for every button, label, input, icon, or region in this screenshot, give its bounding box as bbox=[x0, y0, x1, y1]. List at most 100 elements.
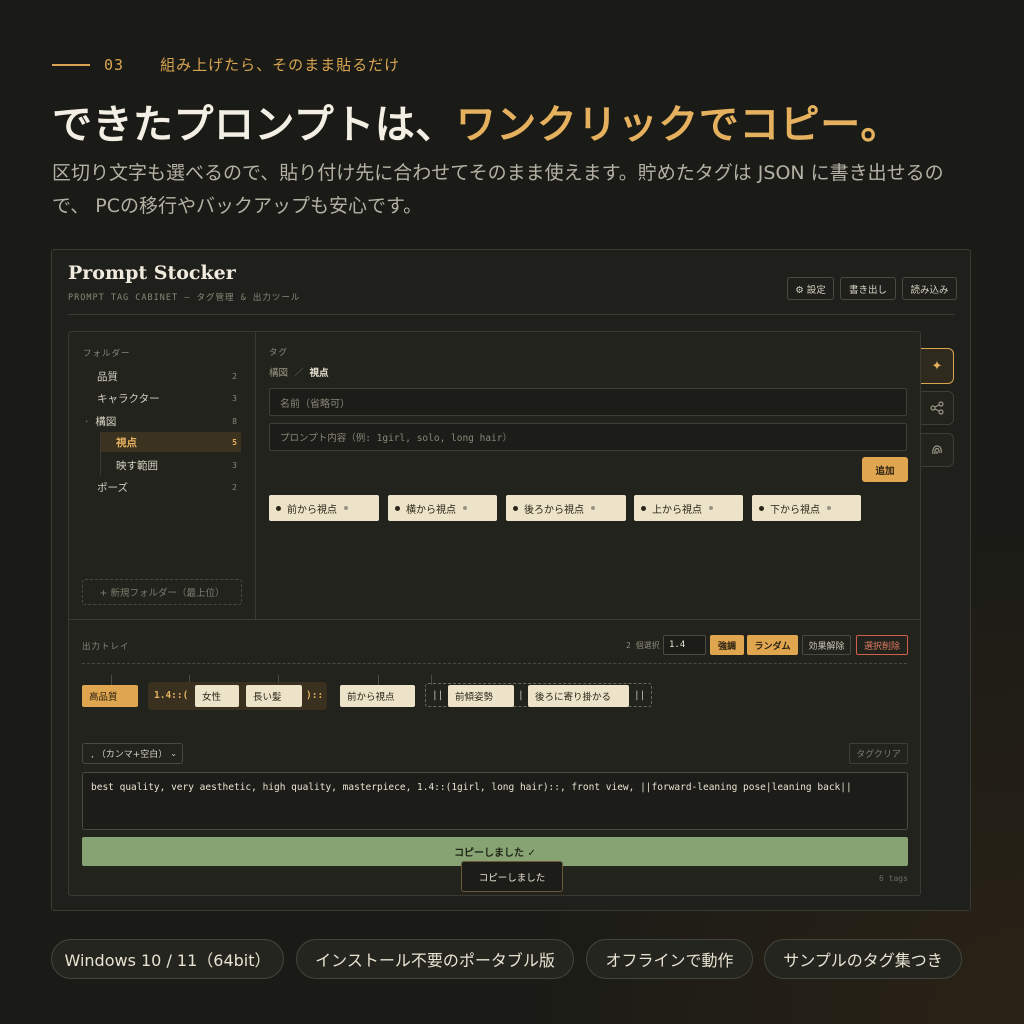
separator-value: , （カンマ+空白） bbox=[91, 750, 168, 760]
folder-label: 映す範囲 bbox=[116, 459, 158, 472]
drag-dot-icon bbox=[641, 505, 646, 511]
feature-offline: オフラインで動作 bbox=[586, 939, 753, 979]
drag-dot-icon bbox=[759, 505, 764, 511]
description: 区切り文字も選べるので、貼り付け先に合わせてそのまま使えます。貯めたタグは JS… bbox=[52, 162, 944, 217]
import-button[interactable]: 読み込み bbox=[902, 277, 957, 300]
add-tag-button[interactable]: 追加 bbox=[862, 457, 908, 482]
main-panel: フォルダー 品質 2 キャラクター 3 · 構図 8 視点 5 映す範囲 3 ポーズ 2 + … bbox=[68, 331, 921, 896]
folder-label: キャラクター bbox=[97, 392, 160, 405]
share-icon-glyph bbox=[930, 401, 944, 415]
folders-label: フォルダー bbox=[83, 349, 131, 359]
weight-open: 1.4::( bbox=[154, 690, 189, 701]
selected-count: 2 個選択 bbox=[626, 641, 660, 650]
folder-count: 3 bbox=[232, 460, 237, 470]
tag-card[interactable]: 下から視点 bbox=[752, 495, 861, 521]
output-textarea[interactable]: best quality, very aesthetic, high quali… bbox=[82, 772, 908, 830]
section-label: 03 組み上げたら、そのまま貼るだけ bbox=[52, 54, 400, 75]
drag-dot-icon bbox=[276, 505, 281, 511]
folder-label: 品質 bbox=[97, 370, 118, 383]
headline-accent: ワンクリックでコピー。 bbox=[455, 102, 901, 148]
section-line bbox=[52, 63, 90, 66]
tray-chip-quality[interactable]: 高品質 bbox=[82, 685, 138, 707]
breadcrumb-current: 視点 bbox=[309, 368, 329, 379]
tag-label: 下から視点 bbox=[770, 504, 820, 516]
chip-stem bbox=[378, 675, 379, 685]
tray-chip-female[interactable]: 女性 bbox=[195, 685, 239, 707]
clear-tags-button[interactable]: タグクリア bbox=[849, 743, 908, 764]
feature-portable: インストール不要のポータブル版 bbox=[296, 939, 574, 979]
folder-item-quality[interactable]: 品質 2 bbox=[83, 366, 241, 386]
breadcrumb-parent[interactable]: 構図 bbox=[269, 365, 288, 379]
tray-chip-long-hair[interactable]: 長い髪 bbox=[246, 685, 302, 707]
vertical-divider bbox=[255, 332, 256, 619]
menu-dot-icon[interactable] bbox=[463, 506, 467, 510]
section-number: 03 bbox=[104, 55, 125, 74]
horizontal-divider bbox=[69, 619, 920, 620]
folder-item-composition[interactable]: · 構図 8 bbox=[83, 411, 241, 431]
tag-content-input[interactable]: プロンプト内容（例: 1girl, solo, long hair） bbox=[269, 423, 907, 451]
fingerprint-icon-glyph bbox=[932, 445, 942, 455]
tag-label: 後ろから視点 bbox=[524, 504, 584, 516]
weight-close: ):: bbox=[306, 690, 324, 701]
tag-card[interactable]: 上から視点 bbox=[634, 495, 743, 521]
tag-label: 横から視点 bbox=[406, 504, 456, 516]
tag-name-input[interactable]: 名前（省略可） bbox=[269, 388, 907, 416]
share-icon[interactable] bbox=[921, 391, 954, 425]
folder-item-pose[interactable]: ポーズ 2 bbox=[83, 477, 241, 497]
expand-marker-icon[interactable]: · bbox=[85, 416, 88, 428]
delete-selected-button[interactable]: 選択削除 bbox=[856, 635, 908, 655]
app-window: Prompt Stocker PROMPT TAG CABINET — タグ管理… bbox=[51, 249, 971, 911]
menu-dot-icon[interactable] bbox=[344, 506, 348, 510]
tag-label: 上から視点 bbox=[652, 504, 702, 516]
new-folder-button[interactable]: + 新規フォルダー（最上位） bbox=[82, 579, 242, 605]
alt-separator: | bbox=[518, 690, 524, 701]
alt-open: || bbox=[432, 690, 444, 701]
tray-chip-lean-forward[interactable]: 前傾姿勢 bbox=[448, 685, 514, 707]
folder-item-framing[interactable]: 映す範囲 3 bbox=[101, 455, 241, 475]
tree-guide bbox=[100, 432, 101, 475]
menu-dot-icon[interactable] bbox=[827, 506, 831, 510]
section-title: 組み上げたら、そのまま貼るだけ bbox=[160, 56, 401, 74]
sparkle-icon[interactable]: ✦ bbox=[921, 348, 954, 384]
app-title: Prompt Stocker bbox=[68, 262, 236, 284]
folder-item-viewpoint[interactable]: 視点 5 bbox=[101, 432, 241, 452]
alt-close: || bbox=[634, 690, 646, 701]
tag-card[interactable]: 前から視点 bbox=[269, 495, 379, 521]
folder-label: 視点 bbox=[116, 436, 137, 449]
tag-count: 6 tags bbox=[879, 874, 908, 883]
headline: できたプロンプトは、ワンクリックでコピー。 bbox=[52, 92, 901, 150]
app-subtitle: PROMPT TAG CABINET — タグ管理 & 出力ツール bbox=[68, 293, 301, 303]
chip-stem bbox=[111, 675, 112, 685]
folder-count: 2 bbox=[232, 371, 237, 381]
copied-toast: コピーしました bbox=[461, 861, 563, 892]
tray-chip-front-view[interactable]: 前から視点 bbox=[340, 685, 415, 707]
tray-chip-lean-back[interactable]: 後ろに寄り掛かる bbox=[528, 685, 629, 707]
tag-label: 前から視点 bbox=[287, 504, 337, 516]
tray-divider bbox=[82, 663, 907, 664]
fingerprint-icon[interactable] bbox=[921, 433, 954, 467]
tag-card[interactable]: 後ろから視点 bbox=[506, 495, 626, 521]
folder-item-character[interactable]: キャラクター 3 bbox=[83, 388, 241, 408]
remove-effect-button[interactable]: 効果解除 bbox=[802, 635, 851, 655]
drag-dot-icon bbox=[395, 505, 400, 511]
tags-label: タグ bbox=[269, 348, 289, 358]
settings-button[interactable]: ⚙ 設定 bbox=[787, 277, 834, 300]
feature-samples: サンプルのタグ集つき bbox=[764, 939, 962, 979]
drag-dot-icon bbox=[513, 505, 518, 511]
folder-count: 8 bbox=[232, 416, 237, 426]
folder-count: 3 bbox=[232, 393, 237, 403]
emphasis-button[interactable]: 強調 bbox=[710, 635, 744, 655]
tag-card[interactable]: 横から視点 bbox=[388, 495, 497, 521]
folder-label: ポーズ bbox=[97, 481, 128, 494]
header-divider bbox=[68, 314, 955, 315]
export-button[interactable]: 書き出し bbox=[840, 277, 896, 300]
breadcrumb-separator: ／ bbox=[294, 368, 304, 379]
menu-dot-icon[interactable] bbox=[709, 506, 713, 510]
menu-dot-icon[interactable] bbox=[591, 506, 595, 510]
folder-count: 2 bbox=[232, 482, 237, 492]
separator-select[interactable]: , （カンマ+空白） ⌄ bbox=[82, 743, 183, 764]
headline-main: できたプロンプトは、 bbox=[52, 102, 456, 148]
weight-input[interactable]: 1.4 bbox=[663, 635, 706, 655]
folder-label: 構図 bbox=[95, 415, 117, 428]
random-button[interactable]: ランダム bbox=[747, 635, 798, 655]
